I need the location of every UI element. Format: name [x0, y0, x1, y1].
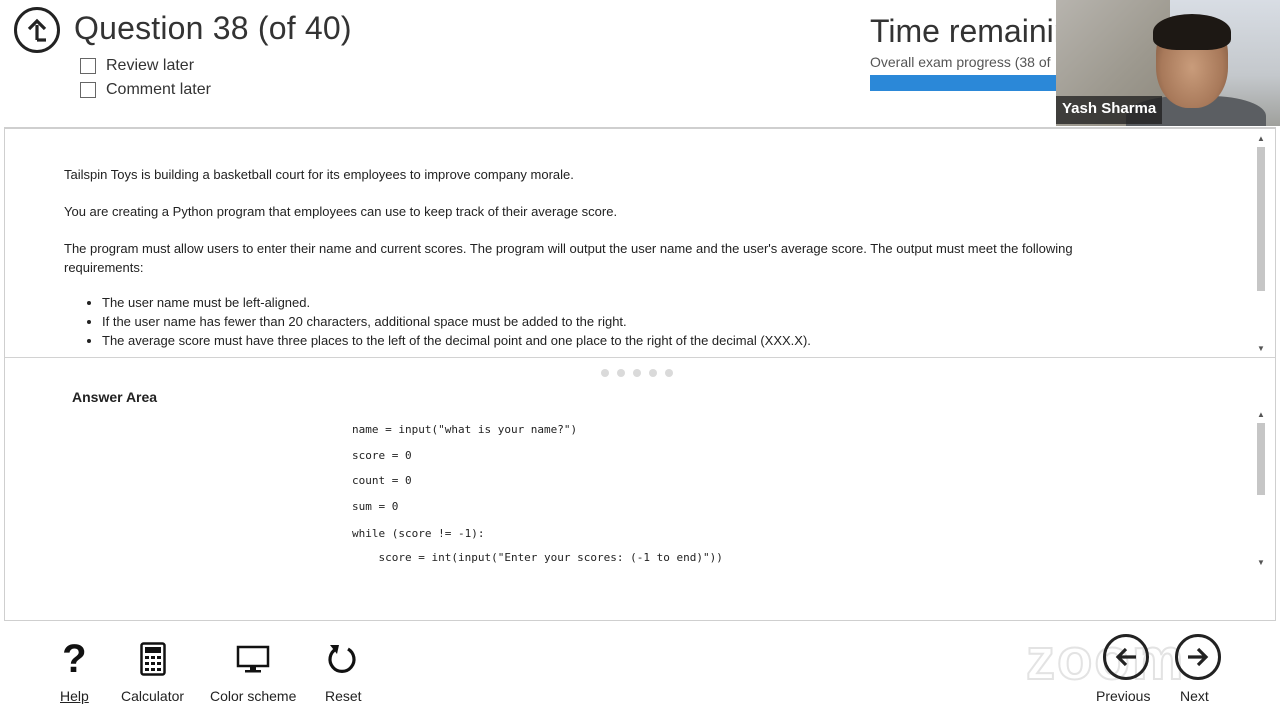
- question-text: Tailspin Toys is building a basketball c…: [64, 165, 1144, 350]
- question-title: Question 38 (of 40): [74, 10, 352, 46]
- webcam-video: Yash Sharma: [1056, 0, 1280, 126]
- reset-icon: [326, 636, 360, 682]
- pane-divider: [5, 357, 1275, 358]
- checkbox-box[interactable]: [80, 58, 96, 74]
- scroll-thumb[interactable]: [1257, 147, 1265, 291]
- help-label: Help: [60, 688, 89, 704]
- question-scrollbar[interactable]: ▲ ▼: [1255, 133, 1267, 355]
- question-paragraph: Tailspin Toys is building a basketball c…: [64, 167, 574, 182]
- calculator-label: Calculator: [121, 688, 185, 704]
- participant-name: Yash Sharma: [1056, 96, 1163, 124]
- scroll-thumb[interactable]: [1257, 423, 1265, 495]
- question-panel: Tailspin Toys is building a basketball c…: [4, 127, 1276, 621]
- progress-label: Overall exam progress (38 of: [870, 54, 1051, 70]
- split-handle[interactable]: [601, 369, 673, 377]
- list-item: If the user name has fewer than 20 chara…: [102, 312, 1144, 331]
- arrow-left-icon: [1115, 647, 1136, 667]
- next-button[interactable]: [1175, 634, 1221, 680]
- review-later-label: Review later: [106, 57, 195, 74]
- comment-later-label: Comment later: [106, 81, 211, 98]
- progress-fill: [870, 75, 1056, 91]
- checkbox-box[interactable]: [80, 82, 96, 98]
- question-paragraph: You are creating a Python program that e…: [64, 204, 618, 219]
- question-paragraph: The program must allow users to enter th…: [64, 241, 1073, 275]
- question-mark-icon: ?: [62, 636, 87, 681]
- code-line: while (score != -1):: [352, 527, 485, 540]
- scroll-down-icon[interactable]: ▼: [1256, 345, 1266, 353]
- reset-label: Reset: [325, 688, 362, 704]
- previous-button[interactable]: [1103, 634, 1149, 680]
- answer-area-title: Answer Area: [72, 389, 158, 405]
- list-item: The average score must have three places…: [102, 331, 1144, 350]
- requirements-list: The user name must be left-aligned. If t…: [102, 293, 1144, 350]
- scroll-down-icon[interactable]: ▼: [1256, 559, 1266, 567]
- reset-button[interactable]: Reset: [325, 636, 362, 704]
- calculator-button[interactable]: Calculator: [121, 636, 184, 704]
- scroll-up-icon[interactable]: ▲: [1256, 411, 1266, 419]
- exam-screen: Question 38 (of 40) Review later Comment…: [0, 0, 1280, 720]
- answer-scrollbar[interactable]: ▲ ▼: [1255, 409, 1267, 569]
- color-scheme-button[interactable]: Color scheme: [210, 636, 296, 704]
- monitor-icon: [236, 636, 270, 682]
- scroll-up-icon[interactable]: ▲: [1256, 135, 1266, 143]
- list-item: The user name must be left-aligned.: [102, 293, 1144, 312]
- back-arrow-icon: [27, 18, 47, 42]
- color-scheme-label: Color scheme: [210, 688, 297, 704]
- code-line: count = 0: [352, 474, 412, 487]
- arrow-right-icon: [1188, 647, 1209, 667]
- back-button[interactable]: [14, 7, 60, 53]
- calculator-icon: [139, 636, 166, 682]
- participant-hair: [1153, 14, 1231, 50]
- help-button[interactable]: ? Help: [60, 636, 89, 705]
- code-line: score = 0: [352, 449, 412, 462]
- next-label: Next: [1180, 688, 1209, 704]
- comment-later-checkbox[interactable]: Comment later: [80, 81, 211, 99]
- review-later-checkbox[interactable]: Review later: [80, 57, 194, 75]
- exam-progress-bar: [870, 75, 1070, 91]
- time-remaining-title: Time remainin: [870, 13, 1072, 49]
- code-line: name = input("what is your name?"): [352, 423, 578, 436]
- code-line: score = int(input("Enter your scores: (-…: [352, 551, 723, 564]
- code-line: sum = 0: [352, 500, 399, 513]
- previous-label: Previous: [1096, 688, 1151, 704]
